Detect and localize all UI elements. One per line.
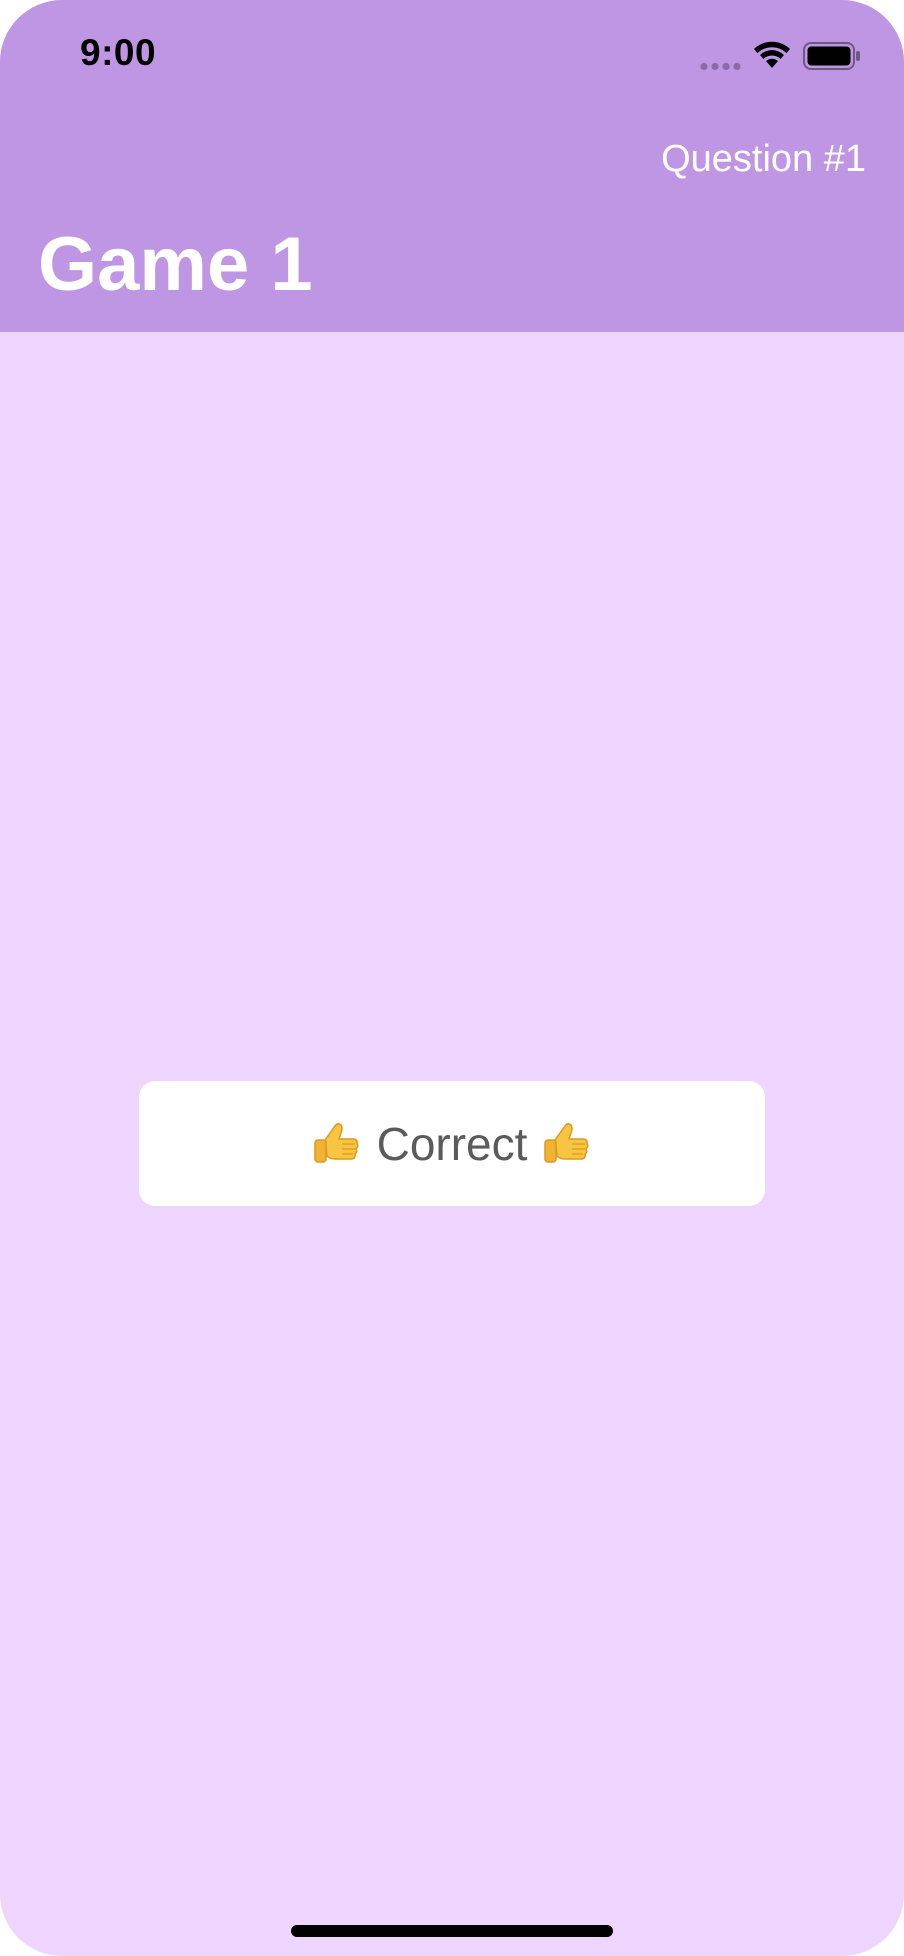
status-bar: 9:00: [0, 0, 904, 110]
thumbs-up-icon: [544, 1122, 589, 1163]
question-number-label: Question #1: [661, 138, 866, 180]
page-title: Game 1: [38, 222, 313, 307]
result-card: Correct: [139, 1081, 765, 1206]
home-indicator[interactable]: [291, 1925, 613, 1937]
wifi-icon: [754, 41, 790, 68]
battery-icon: [803, 42, 860, 70]
status-time: 9:00: [80, 32, 157, 73]
result-label: Correct: [376, 1117, 528, 1170]
navigation-header: 9:00 Question #1 Game 1: [0, 0, 904, 332]
thumbs-up-icon: [313, 1122, 359, 1163]
cellular-signal-icon: [700, 62, 741, 71]
result-message: Correct: [311, 1117, 594, 1171]
app-screen: 9:00 Question #1 Game 1 Correct: [0, 0, 904, 1956]
